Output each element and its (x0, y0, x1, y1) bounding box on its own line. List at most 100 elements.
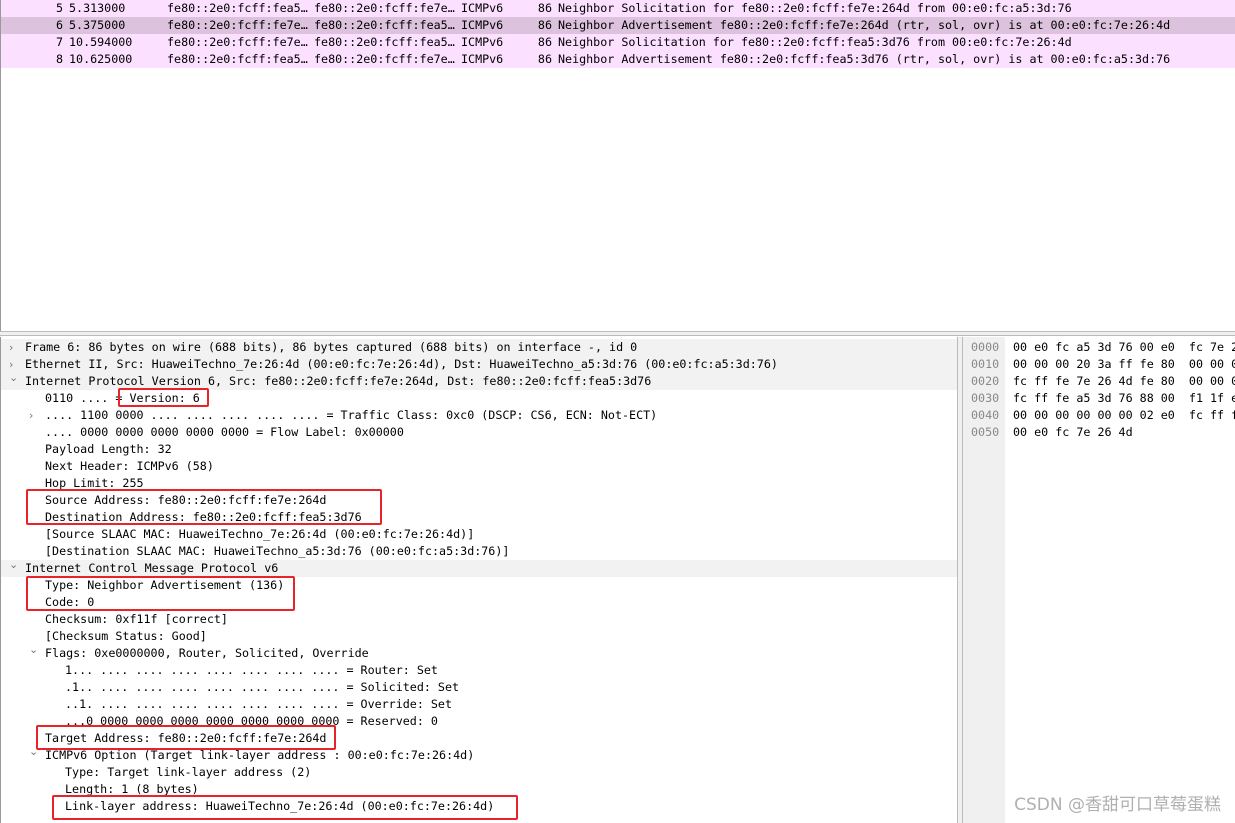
packet-list[interactable]: 5 5.313000 fe80::2e0:fcff:fea5… fe80::2e0:f… (0, 0, 1235, 331)
byte-offset: 0000 (971, 340, 1000, 354)
tree-item[interactable]: Link-layer address: HuaweiTechno_7e:26:4… (1, 798, 957, 815)
tree-item[interactable]: .1.. .... .... .... .... .... .... .... … (1, 679, 957, 696)
tree-item[interactable]: ...0 0000 0000 0000 0000 0000 0000 0000 … (1, 713, 957, 730)
tree-item-label: Ethernet II, Src: HuaweiTechno_7e:26:4d … (25, 357, 778, 371)
packet-info: Neighbor Solicitation for fe80::2e0:fcff… (558, 1, 1072, 15)
tree-item[interactable]: ⌄ Flags: 0xe0000000, Router, Solicited, O… (1, 643, 957, 662)
tree-item-label: Hop Limit: 255 (45, 476, 144, 490)
tree-item-label: [Destination SLAAC MAC: HuaweiTechno_a5:… (45, 544, 510, 558)
packet-info: Neighbor Advertisement fe80::2e0:fcff:fe… (558, 52, 1171, 66)
packet-row[interactable]: 8 10.625000 fe80::2e0:fcff:fea5… fe80::2e0:… (1, 51, 1235, 68)
tree-item-label: Type: Neighbor Advertisement (136) (45, 578, 285, 592)
tree-item[interactable]: Next Header: ICMPv6 (58) (1, 458, 957, 475)
tree-item[interactable]: Type: Target link-layer address (2) (1, 764, 957, 781)
packet-proto: ICMPv6 (461, 18, 504, 32)
byte-hex[interactable]: 00 00 00 00 00 00 02 e0 fc ff f (1013, 407, 1235, 424)
chevron-down-icon[interactable]: ⌄ (9, 369, 18, 386)
packet-len: 86 (537, 52, 552, 66)
packet-len: 86 (537, 18, 552, 32)
tree-item-label: Internet Control Message Protocol v6 (25, 561, 279, 575)
tree-item-label: Code: 0 (45, 595, 95, 609)
tree-item[interactable]: 1... .... .... .... .... .... .... .... … (1, 662, 957, 679)
byte-offset: 0040 (971, 408, 1000, 422)
packet-time: 5.313000 (69, 1, 126, 15)
packet-len: 86 (537, 35, 552, 49)
tree-item[interactable]: ⌄ ICMPv6 Option (Target link-layer addres… (1, 745, 957, 764)
tree-item-label: Length: 1 (8 bytes) (65, 782, 199, 796)
chevron-down-icon[interactable]: ⌄ (29, 743, 38, 760)
tree-item[interactable]: Target Address: fe80::2e0:fcff:fe7e:264d (1, 730, 957, 747)
packet-info: Neighbor Solicitation for fe80::2e0:fcff… (558, 35, 1072, 49)
packet-src: fe80::2e0:fcff:fe7e… (167, 18, 308, 32)
packet-row[interactable]: 7 10.594000 fe80::2e0:fcff:fe7e… fe80::2e0:… (1, 34, 1235, 51)
packet-no: 7 (55, 35, 63, 49)
packet-row[interactable]: 5 5.313000 fe80::2e0:fcff:fea5… fe80::2e0:f… (1, 0, 1235, 17)
tree-item[interactable]: [Source SLAAC MAC: HuaweiTechno_7e:26:4d… (1, 526, 957, 543)
tree-item-label: .... 1100 0000 .... .... .... .... .... … (45, 408, 658, 422)
chevron-down-icon[interactable]: ⌄ (9, 556, 18, 573)
tree-item[interactable]: ⌄ Internet Control Message Protocol v6 (1, 558, 957, 577)
packet-bytes-pane[interactable]: 0000 00 e0 fc a5 3d 76 00 e0 fc 7e 2 0010 0… (963, 337, 1235, 823)
tree-item[interactable]: › .... 1100 0000 .... .... .... .... ....… (1, 407, 957, 424)
tree-item[interactable]: Hop Limit: 255 (1, 475, 957, 492)
watermark: CSDN @香甜可口草莓蛋糕 (1014, 795, 1221, 815)
tree-item-label: [Checksum Status: Good] (45, 629, 207, 643)
tree-item[interactable]: Type: Neighbor Advertisement (136) (1, 577, 957, 594)
tree-item[interactable]: Checksum: 0xf11f [correct] (1, 611, 957, 628)
tree-item-label: .1.. .... .... .... .... .... .... .... … (65, 680, 460, 694)
tree-item[interactable]: [Checksum Status: Good] (1, 628, 957, 645)
tree-item-label: Destination Address: fe80::2e0:fcff:fea5… (45, 510, 362, 524)
tree-item[interactable]: 0110 .... = Version: 6 (1, 390, 957, 407)
packet-row[interactable]: 6 5.375000 fe80::2e0:fcff:fe7e… fe80::2e0:f… (1, 17, 1235, 34)
bytes-row: 0040 00 00 00 00 00 00 02 e0 fc ff f (963, 407, 1235, 424)
tree-item-label: Checksum: 0xf11f [correct] (45, 612, 228, 626)
byte-offset: 0030 (971, 391, 1000, 405)
packet-src: fe80::2e0:fcff:fea5… (167, 52, 308, 66)
tree-item[interactable]: Code: 0 (1, 594, 957, 611)
tree-item[interactable]: Destination Address: fe80::2e0:fcff:fea5… (1, 509, 957, 526)
packet-dst: fe80::2e0:fcff:fe7e… (314, 1, 455, 15)
tree-item[interactable]: › Frame 6: 86 bytes on wire (688 bits), 8… (1, 339, 957, 356)
chevron-right-icon[interactable]: › (9, 339, 13, 356)
tree-item[interactable]: .... 0000 0000 0000 0000 0000 = Flow Lab… (1, 424, 957, 441)
tree-item-label: Internet Protocol Version 6, Src: fe80::… (25, 374, 652, 388)
pane-splitter[interactable] (0, 331, 1235, 336)
byte-offset: 0050 (971, 425, 1000, 439)
byte-hex[interactable]: 00 e0 fc 7e 26 4d (1013, 424, 1133, 441)
tree-item-label: 0110 .... = Version: 6 (45, 391, 200, 405)
packet-info: Neighbor Advertisement fe80::2e0:fcff:fe… (558, 18, 1171, 32)
tree-item[interactable]: Length: 1 (8 bytes) (1, 781, 957, 798)
byte-hex[interactable]: 00 00 00 20 3a ff fe 80 00 00 0 (1013, 356, 1235, 373)
tree-item-label: ..1. .... .... .... .... .... .... .... … (65, 697, 453, 711)
byte-hex[interactable]: 00 e0 fc a5 3d 76 00 e0 fc 7e 2 (1013, 339, 1235, 356)
tree-item-label: Next Header: ICMPv6 (58) (45, 459, 214, 473)
tree-item[interactable]: › Ethernet II, Src: HuaweiTechno_7e:26:4d… (1, 356, 957, 373)
tree-item-label: 1... .... .... .... .... .... .... .... … (65, 663, 438, 677)
packet-time: 10.625000 (69, 52, 133, 66)
packet-no: 6 (55, 18, 63, 32)
tree-item[interactable]: ..1. .... .... .... .... .... .... .... … (1, 696, 957, 713)
byte-hex[interactable]: fc ff fe a5 3d 76 88 00 f1 1f e (1013, 390, 1235, 407)
packet-time: 5.375000 (69, 18, 126, 32)
tree-item-label: Source Address: fe80::2e0:fcff:fe7e:264d (45, 493, 327, 507)
bytes-row: 0000 00 e0 fc a5 3d 76 00 e0 fc 7e 2 (963, 339, 1235, 356)
byte-hex[interactable]: fc ff fe 7e 26 4d fe 80 00 00 0 (1013, 373, 1235, 390)
chevron-down-icon[interactable]: ⌄ (29, 641, 38, 658)
tree-item[interactable]: ⌄ Internet Protocol Version 6, Src: fe80:… (1, 371, 957, 390)
tree-item[interactable]: [Destination SLAAC MAC: HuaweiTechno_a5:… (1, 543, 957, 560)
packet-proto: ICMPv6 (461, 1, 504, 15)
packet-proto: ICMPv6 (461, 35, 504, 49)
bytes-row: 0050 00 e0 fc 7e 26 4d (963, 424, 1235, 441)
tree-item[interactable]: Payload Length: 32 (1, 441, 957, 458)
packet-src: fe80::2e0:fcff:fea5… (167, 1, 308, 15)
packet-no: 5 (55, 1, 63, 15)
packet-dst: fe80::2e0:fcff:fea5… (314, 18, 455, 32)
byte-offset: 0010 (971, 357, 1000, 371)
bytes-row: 0010 00 00 00 20 3a ff fe 80 00 00 0 (963, 356, 1235, 373)
tree-item[interactable]: Source Address: fe80::2e0:fcff:fe7e:264d (1, 492, 957, 509)
tree-item-label: ICMPv6 Option (Target link-layer address… (45, 748, 475, 762)
packet-len: 86 (537, 1, 552, 15)
chevron-right-icon[interactable]: › (29, 407, 33, 424)
packet-details-tree[interactable]: › Frame 6: 86 bytes on wire (688 bits), 8… (0, 337, 958, 823)
tree-item-label: Type: Target link-layer address (2) (65, 765, 312, 779)
